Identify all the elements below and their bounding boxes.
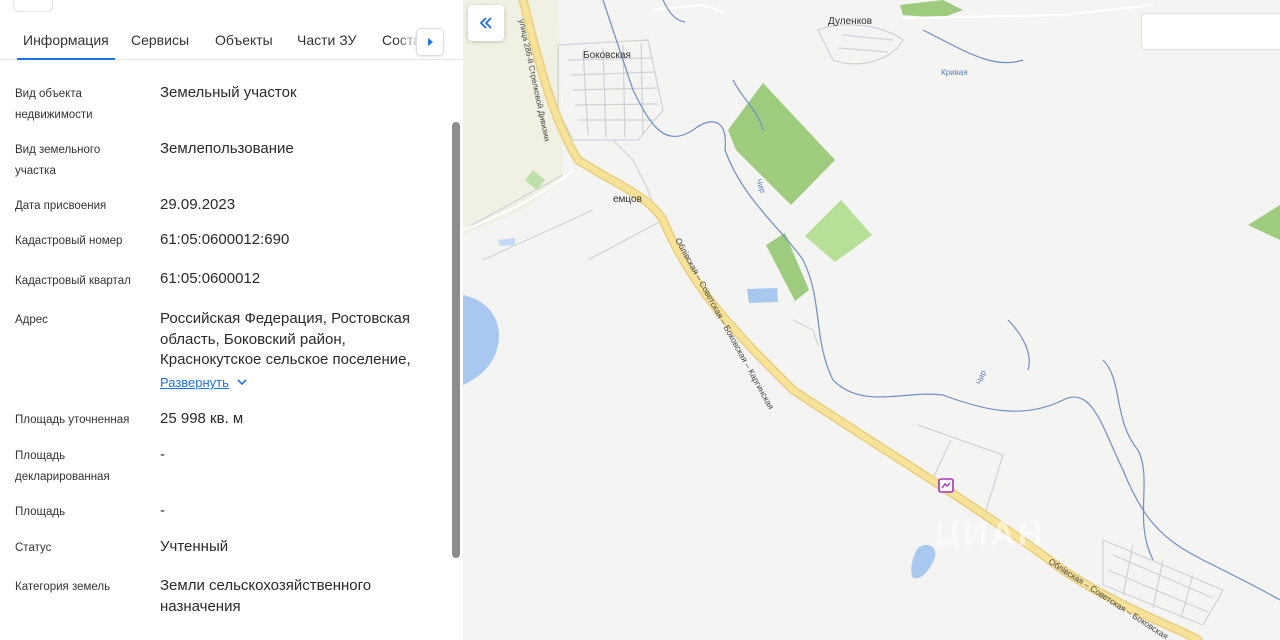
label-dulenkov: Дуленков xyxy=(828,16,872,27)
label-emtsov: емцов xyxy=(613,194,642,205)
value-cadastral-number: 61:05:0600012:690 xyxy=(160,231,290,248)
tab-objects[interactable]: Объекты xyxy=(215,32,273,48)
map-area[interactable]: Боковская Дуленков емцов Кривая Чир Чир … xyxy=(463,0,1280,640)
label-cadastral-number: Кадастровый номер xyxy=(15,235,123,247)
caret-right-icon xyxy=(428,38,433,46)
label-area-declared: Площадь декларированная xyxy=(15,450,110,483)
value-land-category: Земли сельскохозяйственного назначения xyxy=(160,577,372,615)
label-bokovskaya: Боковская xyxy=(583,50,631,61)
label-land-category: Категория земель xyxy=(15,581,111,593)
label-area: Площадь xyxy=(15,506,66,518)
label-cadastral-quarter: Кадастровый квартал xyxy=(15,275,131,287)
tab-services[interactable]: Сервисы xyxy=(131,32,189,48)
collapse-panel-button[interactable] xyxy=(468,5,504,41)
label-address: Адрес xyxy=(15,314,48,326)
tabs-scroll-right-button[interactable] xyxy=(416,28,444,56)
parcel-marker-icon[interactable] xyxy=(938,478,954,493)
label-assign-date: Дата присвоения xyxy=(15,200,107,212)
value-area-specified: 25 998 кв. м xyxy=(160,410,244,427)
label-area-specified: Площадь уточненная xyxy=(15,414,130,426)
address-expand-link[interactable]: Развернуть xyxy=(160,375,247,390)
map-canvas[interactable]: Боковская Дуленков емцов Кривая Чир Чир … xyxy=(463,0,1280,640)
value-cadastral-quarter: 61:05:0600012 xyxy=(160,270,261,287)
info-panel: Информация Сервисы Объекты Части ЗУ Сост… xyxy=(0,0,463,640)
label-status: Статус xyxy=(15,542,52,554)
label-land-type: Вид земельного участка xyxy=(15,144,101,177)
label-object-type: Вид объекта недвижимости xyxy=(15,88,93,121)
double-chevron-left-icon xyxy=(479,17,492,29)
value-status: Учтенный xyxy=(160,538,229,555)
value-address: Российская Федерация, Ростовская область… xyxy=(160,310,411,368)
tab-bar: Информация Сервисы Объекты Части ЗУ Сост… xyxy=(0,0,463,60)
expand-link-label: Развернуть xyxy=(160,375,229,390)
tab-info[interactable]: Информация xyxy=(17,32,115,60)
watermark-logo: ЦИАН xyxy=(935,515,1046,553)
chevron-down-icon xyxy=(237,379,247,386)
label-river-krivaya: Кривая xyxy=(941,68,968,77)
map-search-input[interactable] xyxy=(1141,13,1280,50)
tab-land-parts[interactable]: Части ЗУ xyxy=(297,32,356,48)
panel-scrollbar[interactable] xyxy=(452,122,460,558)
value-assign-date: 29.09.2023 xyxy=(160,196,236,213)
value-area: - xyxy=(160,502,165,519)
value-area-declared: - xyxy=(160,446,165,463)
pond xyxy=(747,288,778,303)
value-land-type: Землепользование xyxy=(160,140,294,157)
value-object-type: Земельный участок xyxy=(160,84,297,101)
